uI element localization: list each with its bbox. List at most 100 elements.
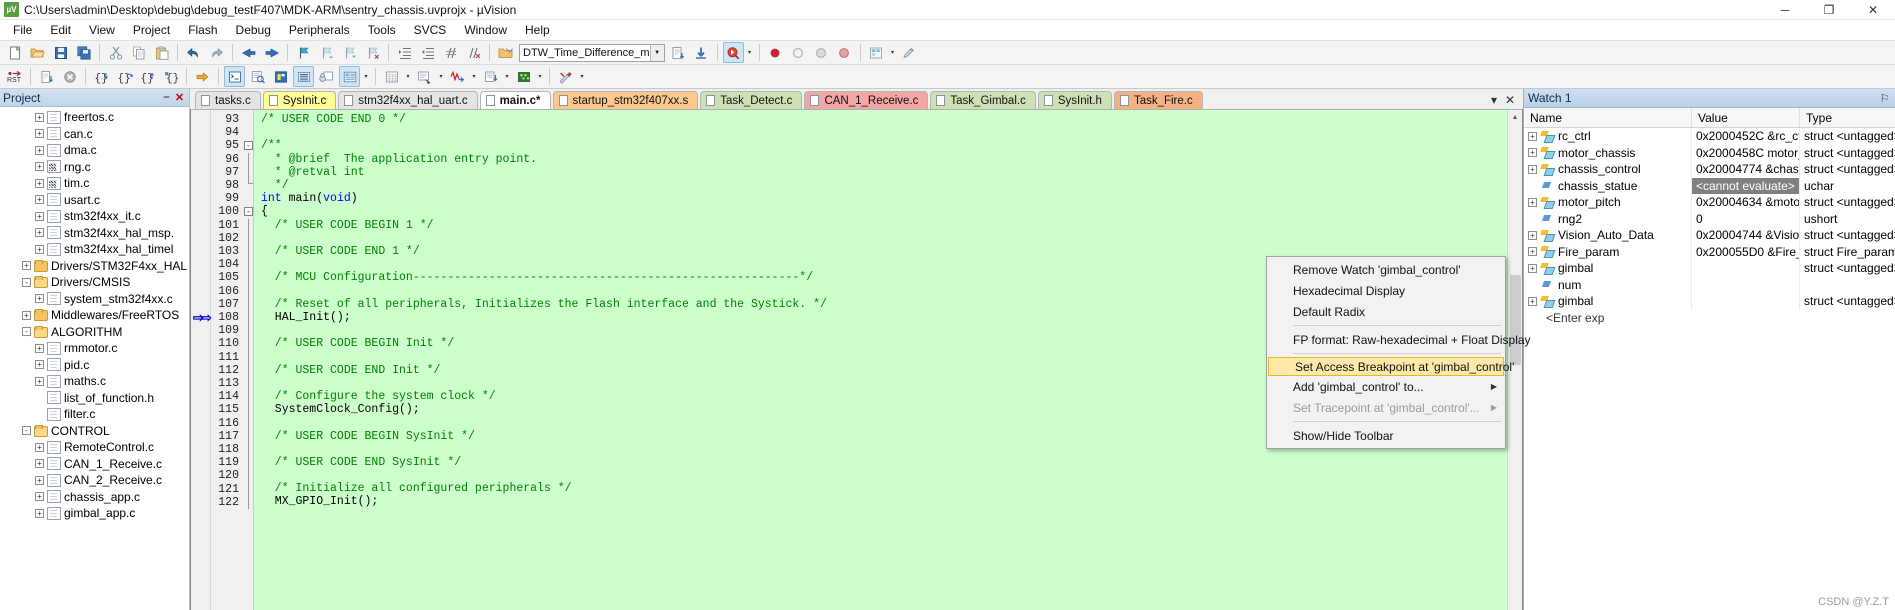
menu-peripherals[interactable]: Peripherals bbox=[280, 20, 359, 40]
column-header-name[interactable]: Name bbox=[1524, 108, 1692, 127]
watch-rows[interactable]: + rc_ctrl 0x2000452C &rc_ctrl struct <untag… bbox=[1524, 128, 1895, 610]
context-menu-item[interactable]: Hexadecimal Display bbox=[1267, 280, 1505, 301]
bookmark-clear-icon[interactable] bbox=[362, 42, 383, 63]
run-to-cursor-icon[interactable]: {} bbox=[160, 66, 181, 87]
scrollbar-thumb[interactable] bbox=[1509, 275, 1521, 365]
disable-breakpoints-icon[interactable] bbox=[811, 42, 832, 63]
tree-item[interactable]: + Middlewares/FreeRTOS bbox=[0, 307, 189, 324]
maximize-button[interactable]: ❐ bbox=[1807, 0, 1851, 20]
manage-components-icon[interactable] bbox=[866, 42, 887, 63]
expand-toggle-icon[interactable]: + bbox=[35, 442, 44, 452]
menu-view[interactable]: View bbox=[80, 20, 124, 40]
close-button[interactable]: ✕ bbox=[1851, 0, 1895, 20]
expand-toggle-icon[interactable]: + bbox=[1528, 230, 1537, 240]
project-tree[interactable]: + freertos.c + can.c + dma.c + rng.c + tim.c + usar… bbox=[0, 107, 189, 610]
expand-toggle-icon[interactable]: + bbox=[35, 129, 44, 139]
pin-icon[interactable]: ⚐ bbox=[1878, 92, 1891, 105]
close-tab-icon[interactable]: ✕ bbox=[1502, 93, 1518, 107]
tree-item[interactable]: list_of_function.h bbox=[0, 390, 189, 407]
watch-row[interactable]: + motor_chassis 0x2000458C motor_ch... stru… bbox=[1524, 144, 1895, 161]
open-file-icon[interactable] bbox=[27, 42, 48, 63]
expand-toggle-icon[interactable]: + bbox=[35, 475, 44, 485]
expand-toggle-icon[interactable]: + bbox=[35, 360, 44, 370]
expand-toggle-icon[interactable]: + bbox=[35, 145, 44, 155]
kill-all-breakpoints-icon[interactable] bbox=[788, 42, 809, 63]
menu-svcs[interactable]: SVCS bbox=[405, 20, 456, 40]
editor-tab[interactable]: SysInit.c bbox=[262, 91, 337, 109]
expand-toggle-icon[interactable]: + bbox=[1528, 197, 1537, 207]
expand-toggle-icon[interactable]: + bbox=[1528, 296, 1537, 306]
run-icon[interactable] bbox=[36, 66, 57, 87]
tree-item[interactable]: + stm32f4xx_it.c bbox=[0, 208, 189, 225]
registers-window-icon[interactable] bbox=[293, 66, 314, 87]
close-icon[interactable]: ✕ bbox=[173, 91, 186, 104]
tree-item[interactable]: + usart.c bbox=[0, 192, 189, 209]
watch-value-cell[interactable] bbox=[1692, 293, 1800, 310]
watch-row[interactable]: num bbox=[1524, 276, 1895, 293]
comment-icon[interactable] bbox=[440, 42, 461, 63]
expand-toggle-icon[interactable]: + bbox=[35, 343, 44, 353]
tree-item[interactable]: + gimbal_app.c bbox=[0, 505, 189, 522]
indent-icon[interactable] bbox=[394, 42, 415, 63]
scroll-up-arrow-icon[interactable]: ▲ bbox=[1507, 110, 1522, 125]
expand-toggle-icon[interactable]: + bbox=[1528, 148, 1537, 158]
chevron-down-icon[interactable]: ▾ bbox=[888, 42, 898, 63]
serial-windows-icon[interactable] bbox=[414, 66, 435, 87]
target-select[interactable]: DTW_Time_Difference_m ▼ bbox=[519, 43, 665, 62]
chevron-down-icon[interactable]: ▾ bbox=[361, 66, 371, 87]
tree-item[interactable]: + Drivers/STM32F4xx_HAL bbox=[0, 258, 189, 275]
expand-toggle-icon[interactable]: + bbox=[35, 228, 44, 238]
collapse-toggle-icon[interactable]: - bbox=[22, 426, 31, 436]
watch-context-menu[interactable]: Remove Watch 'gimbal_control' Hexadecimal… bbox=[1266, 256, 1531, 449]
context-menu-item[interactable]: Default Radix bbox=[1267, 301, 1505, 322]
watch-name-cell[interactable]: + Vision_Auto_Data bbox=[1524, 227, 1692, 244]
context-menu-item[interactable]: FP format: Raw-hexadecimal + Float Displ… bbox=[1267, 329, 1531, 350]
bookmark-toggle-icon[interactable] bbox=[293, 42, 314, 63]
outdent-icon[interactable] bbox=[417, 42, 438, 63]
tree-item[interactable]: + maths.c bbox=[0, 373, 189, 390]
expand-toggle-icon[interactable]: + bbox=[1528, 131, 1537, 141]
menu-file[interactable]: File bbox=[4, 20, 41, 40]
expand-toggle-icon[interactable]: + bbox=[35, 112, 44, 122]
watch-value-cell[interactable]: 0x2000452C &rc_ctrl bbox=[1692, 128, 1800, 145]
chevron-down-icon[interactable]: ▾ bbox=[577, 66, 587, 87]
tree-item[interactable]: + stm32f4xx_hal_timel bbox=[0, 241, 189, 258]
expand-toggle-icon[interactable]: + bbox=[1528, 263, 1537, 273]
tree-item[interactable]: + CAN_2_Receive.c bbox=[0, 472, 189, 489]
menu-flash[interactable]: Flash bbox=[179, 20, 226, 40]
symbols-window-icon[interactable] bbox=[270, 66, 291, 87]
watch-name-cell[interactable]: rng2 bbox=[1524, 210, 1692, 227]
tree-item[interactable]: + can.c bbox=[0, 126, 189, 143]
tab-list-menu-icon[interactable]: ▾ bbox=[1486, 93, 1502, 107]
tree-item[interactable]: - CONTROL bbox=[0, 423, 189, 440]
context-menu-item[interactable]: Show/Hide Toolbar bbox=[1267, 425, 1505, 446]
show-next-statement-icon[interactable] bbox=[192, 66, 213, 87]
chevron-down-icon[interactable]: ▾ bbox=[436, 66, 446, 87]
fold-toggle-icon[interactable]: - bbox=[244, 141, 253, 151]
watch-row[interactable]: + gimbal struct <untagged> bbox=[1524, 260, 1895, 277]
watch-row[interactable]: chassis_statue <cannot evaluate> uchar bbox=[1524, 177, 1895, 194]
tree-item[interactable]: + freertos.c bbox=[0, 109, 189, 126]
watch-row[interactable]: rng2 0 ushort bbox=[1524, 210, 1895, 227]
menu-project[interactable]: Project bbox=[124, 20, 179, 40]
toolbox-icon[interactable] bbox=[555, 66, 576, 87]
expand-toggle-icon[interactable]: + bbox=[35, 178, 44, 188]
copy-icon[interactable] bbox=[128, 42, 149, 63]
watch-enter-expression-row[interactable]: <Enter exp bbox=[1524, 310, 1895, 327]
menu-debug[interactable]: Debug bbox=[227, 20, 280, 40]
editor-tab[interactable]: Task_Fire.c bbox=[1113, 91, 1203, 109]
chevron-down-icon[interactable]: ▾ bbox=[469, 66, 479, 87]
watch-value-cell[interactable]: 0x20004634 &motor_p... bbox=[1692, 194, 1800, 211]
watch-name-cell[interactable]: + motor_pitch bbox=[1524, 194, 1692, 211]
expand-toggle-icon[interactable]: + bbox=[35, 195, 44, 205]
navigate-back-icon[interactable] bbox=[238, 42, 259, 63]
build-target-icon[interactable] bbox=[668, 42, 689, 63]
pin-icon[interactable]: ⎯ bbox=[160, 91, 173, 104]
menu-window[interactable]: Window bbox=[455, 20, 516, 40]
stop-icon[interactable] bbox=[59, 66, 80, 87]
watch-row[interactable]: + rc_ctrl 0x2000452C &rc_ctrl struct <untag… bbox=[1524, 128, 1895, 145]
watch-row[interactable]: + Fire_param 0x200055D0 &Fire_par... struct… bbox=[1524, 243, 1895, 260]
watch-row[interactable]: + gimbal struct <untagged> bbox=[1524, 293, 1895, 310]
code-folding-gutter[interactable]: -- bbox=[243, 110, 254, 610]
editor-tab[interactable]: stm32f4xx_hal_uart.c bbox=[338, 91, 478, 109]
